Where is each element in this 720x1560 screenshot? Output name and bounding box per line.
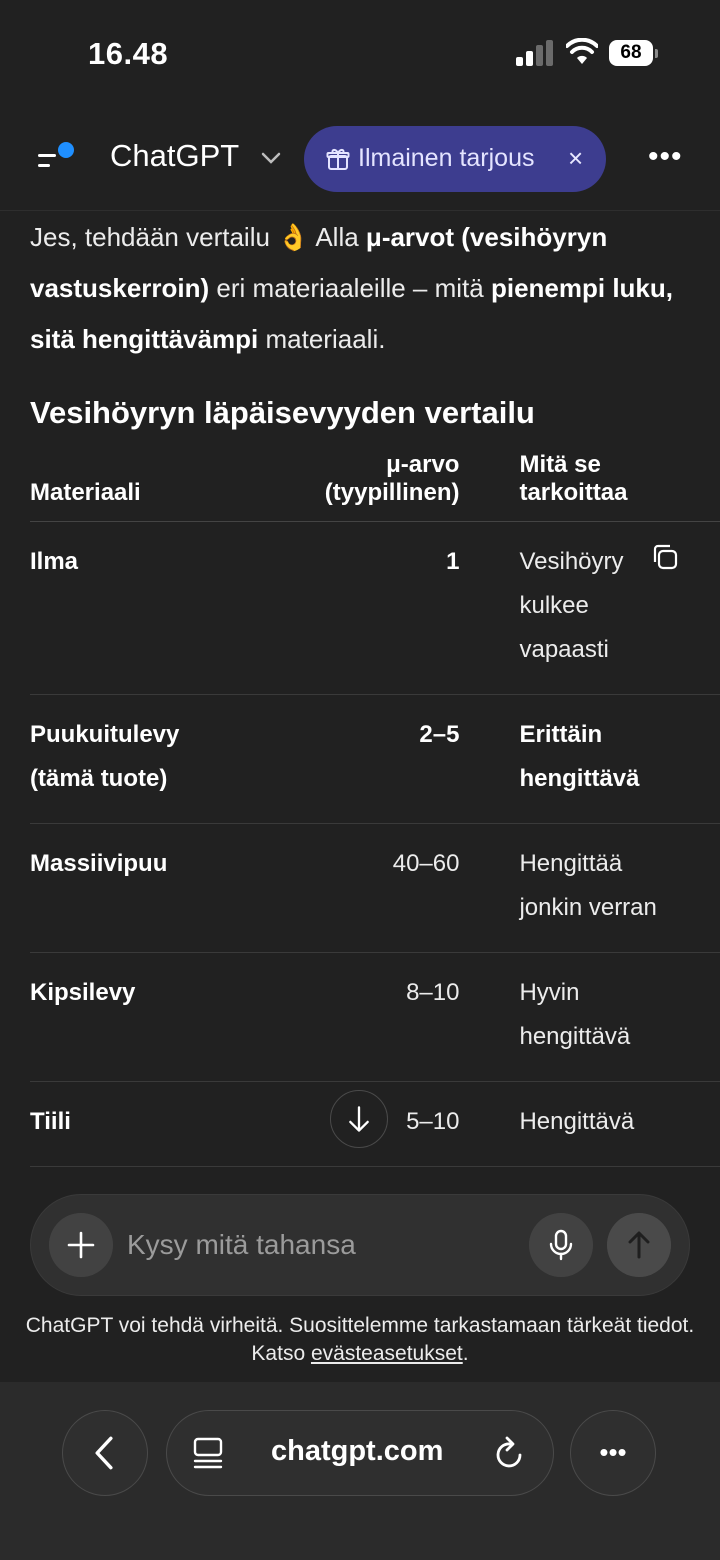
meaning-header-text: Mitä se tarkoittaa: [519, 451, 628, 506]
meaning-text: Hengittää jonkin verran: [519, 850, 657, 921]
intro-text: Jes, tehdään vertailu: [30, 222, 278, 252]
meaning-cell: Erittäin hengittävä: [519, 694, 720, 824]
material-cell: Tiili: [30, 1081, 295, 1167]
sidebar-menu-icon[interactable]: [36, 140, 80, 180]
column-header-mu: μ-arvo (tyypillinen): [294, 451, 520, 522]
disclaimer-text: ChatGPT voi tehdä virheitä. Suosittelemm…: [0, 1312, 720, 1368]
cookie-settings-link[interactable]: evästeasetukset: [311, 1342, 463, 1365]
table-row: Puukuitulevy (tämä tuote) 2–5 Erittäin h…: [30, 694, 720, 824]
offer-label: Ilmainen tarjous: [358, 144, 535, 172]
material-text: Puukuitulevy (tämä tuote): [30, 721, 180, 792]
meaning-cell: Hengittää jonkin verran: [519, 823, 720, 953]
intro-text: materiaali.: [258, 324, 386, 354]
ellipsis-icon: •••: [599, 1437, 627, 1467]
address-bar[interactable]: chatgpt.com: [166, 1410, 554, 1496]
browser-menu-button[interactable]: •••: [570, 1410, 656, 1496]
microphone-icon[interactable]: [529, 1213, 593, 1277]
gift-icon: [326, 149, 350, 170]
material-cell: Puukuitulevy (tämä tuote): [30, 694, 295, 824]
column-header-meaning: Mitä se tarkoittaa: [519, 451, 720, 522]
url-text: chatgpt.com: [271, 1435, 444, 1467]
battery-indicator: 68: [609, 40, 659, 66]
comparison-table: Materiaali μ-arvo (tyypillinen) Mitä se …: [30, 451, 720, 1167]
intro-text: eri materiaaleille – mitä: [209, 273, 491, 303]
prompt-input[interactable]: Kysy mitä tahansa: [127, 1229, 356, 1261]
mu-value-cell: 1: [294, 521, 520, 695]
mu-value-cell: 5–10: [294, 1081, 520, 1167]
material-cell: Massiivipuu: [30, 823, 295, 953]
mu-header-text: μ-arvo (tyypillinen): [324, 451, 460, 506]
battery-level: 68: [620, 42, 642, 63]
meaning-text: Erittäin hengittävä: [519, 721, 640, 792]
back-button[interactable]: [62, 1410, 148, 1496]
copy-table-icon[interactable]: [650, 542, 680, 572]
mu-value-cell: 2–5: [294, 694, 520, 824]
material-cell: Kipsilevy: [30, 952, 295, 1082]
meaning-cell: Vesihöyry kulkee vapaasti: [519, 521, 720, 695]
meaning-text: Hyvin hengittävä: [519, 979, 631, 1050]
chat-header: ChatGPT Ilmainen tarjous × •••: [0, 110, 720, 211]
table-row: Massiivipuu 40–60 Hengittää jonkin verra…: [30, 823, 720, 953]
mu-value-cell: 8–10: [294, 952, 520, 1082]
table-header-row: Materiaali μ-arvo (tyypillinen) Mitä se …: [30, 451, 720, 522]
more-options-button[interactable]: •••: [648, 140, 682, 180]
column-header-material: Materiaali: [30, 451, 295, 522]
meaning-text: Vesihöyry kulkee vapaasti: [519, 548, 624, 663]
mu-value-cell: 40–60: [294, 823, 520, 953]
table-row: Kipsilevy 8–10 Hyvin hengittävä: [30, 952, 720, 1082]
add-attachment-button[interactable]: [49, 1213, 113, 1277]
message-intro: Jes, tehdään vertailu 👌 Alla μ-arvot (ve…: [30, 212, 694, 365]
battery-tip: [655, 49, 658, 58]
free-offer-button[interactable]: Ilmainen tarjous ×: [304, 126, 606, 192]
browser-toolbar: chatgpt.com •••: [0, 1382, 720, 1560]
send-button[interactable]: [607, 1213, 671, 1277]
reload-icon[interactable]: [493, 1435, 527, 1471]
section-heading: Vesihöyryn läpäisevyyden vertailu: [30, 395, 535, 430]
meaning-cell: Hyvin hengittävä: [519, 952, 720, 1082]
close-offer-icon[interactable]: ×: [568, 143, 583, 174]
reader-mode-icon[interactable]: [193, 1437, 223, 1469]
message-composer[interactable]: Kysy mitä tahansa: [30, 1194, 690, 1296]
material-cell: Ilma: [30, 521, 295, 695]
ok-hand-emoji: 👌: [277, 222, 310, 252]
disclaimer-end: .: [462, 1342, 469, 1365]
table-row: Ilma 1 Vesihöyry kulkee vapaasti: [30, 521, 720, 695]
intro-text: Alla: [309, 222, 366, 252]
model-selector[interactable]: ChatGPT: [110, 138, 239, 174]
wifi-icon: [566, 38, 598, 64]
cellular-signal-icon: [516, 40, 553, 66]
scroll-to-bottom-button[interactable]: [330, 1090, 388, 1148]
meaning-cell: Hengittävä: [519, 1081, 720, 1167]
status-bar: 16.48 68: [0, 0, 720, 100]
assistant-message: Jes, tehdään vertailu 👌 Alla μ-arvot (ve…: [30, 212, 720, 1192]
chevron-down-icon[interactable]: [260, 150, 282, 166]
status-time: 16.48: [88, 36, 169, 71]
